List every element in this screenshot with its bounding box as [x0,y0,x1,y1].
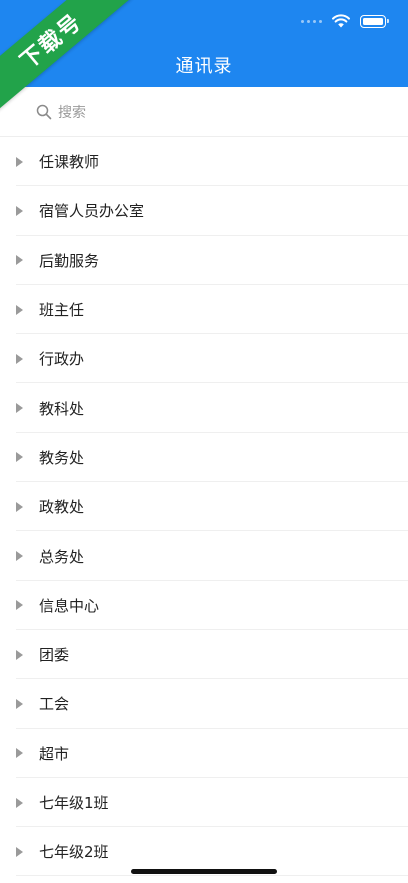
expand-arrow-icon [16,649,23,660]
group-item-grade7-class1[interactable]: 七年级1班 [0,778,408,828]
group-item-general-affairs[interactable]: 总务处 [0,531,408,581]
group-label: 团委 [39,646,70,665]
home-indicator[interactable] [131,869,277,874]
group-label: 宿管人员办公室 [39,202,145,221]
expand-arrow-icon [16,846,23,857]
group-label: 七年级2班 [39,843,109,862]
group-label: 教科处 [39,399,85,418]
group-label: 工会 [39,695,70,714]
group-label: 政教处 [39,498,85,517]
group-item-political-education[interactable]: 政教处 [0,482,408,532]
battery-icon [360,14,389,28]
group-label: 班主任 [39,301,85,320]
expand-arrow-icon [16,797,23,808]
group-item-research[interactable]: 教科处 [0,383,408,434]
group-item-youth-league[interactable]: 团委 [0,630,408,680]
expand-arrow-icon [16,698,23,709]
group-label: 行政办 [39,350,85,369]
expand-arrow-icon [16,600,23,611]
search-icon [36,104,52,119]
group-item-class-teachers[interactable]: 班主任 [0,285,408,335]
expand-arrow-icon [16,156,23,167]
group-item-dorm-office[interactable]: 宿管人员办公室 [0,186,408,236]
status-icons [301,14,389,28]
group-item-admin-office[interactable]: 行政办 [0,334,408,384]
group-label: 总务处 [39,547,85,566]
expand-arrow-icon [16,748,23,759]
group-item-union[interactable]: 工会 [0,679,408,729]
group-label: 任课教师 [39,153,100,172]
search-placeholder: 搜索 [58,104,86,121]
expand-arrow-icon [16,304,23,315]
expand-arrow-icon [16,551,23,562]
contact-group-list: 任课教师 宿管人员办公室 后勤服务 班主任 行政办 教科处 教务处 政教处 总务… [0,137,408,877]
group-item-academic-affairs[interactable]: 教务处 [0,433,408,483]
group-item-teachers[interactable]: 任课教师 [0,137,408,187]
group-label: 后勤服务 [39,251,100,270]
group-item-info-center[interactable]: 信息中心 [0,581,408,631]
expand-arrow-icon [16,205,23,216]
signal-icon [301,19,322,23]
group-label: 七年级1班 [39,794,109,812]
group-item-supermarket[interactable]: 超市 [0,729,408,779]
group-label: 教务处 [39,448,85,467]
expand-arrow-icon [16,501,23,512]
group-label: 超市 [39,744,70,763]
search-bar[interactable]: 搜索 [0,87,408,137]
group-item-logistics[interactable]: 后勤服务 [0,236,408,286]
wifi-icon [332,14,350,28]
expand-arrow-icon [16,255,23,266]
expand-arrow-icon [16,353,23,364]
group-label: 信息中心 [39,596,100,615]
expand-arrow-icon [16,403,23,414]
expand-arrow-icon [16,452,23,463]
